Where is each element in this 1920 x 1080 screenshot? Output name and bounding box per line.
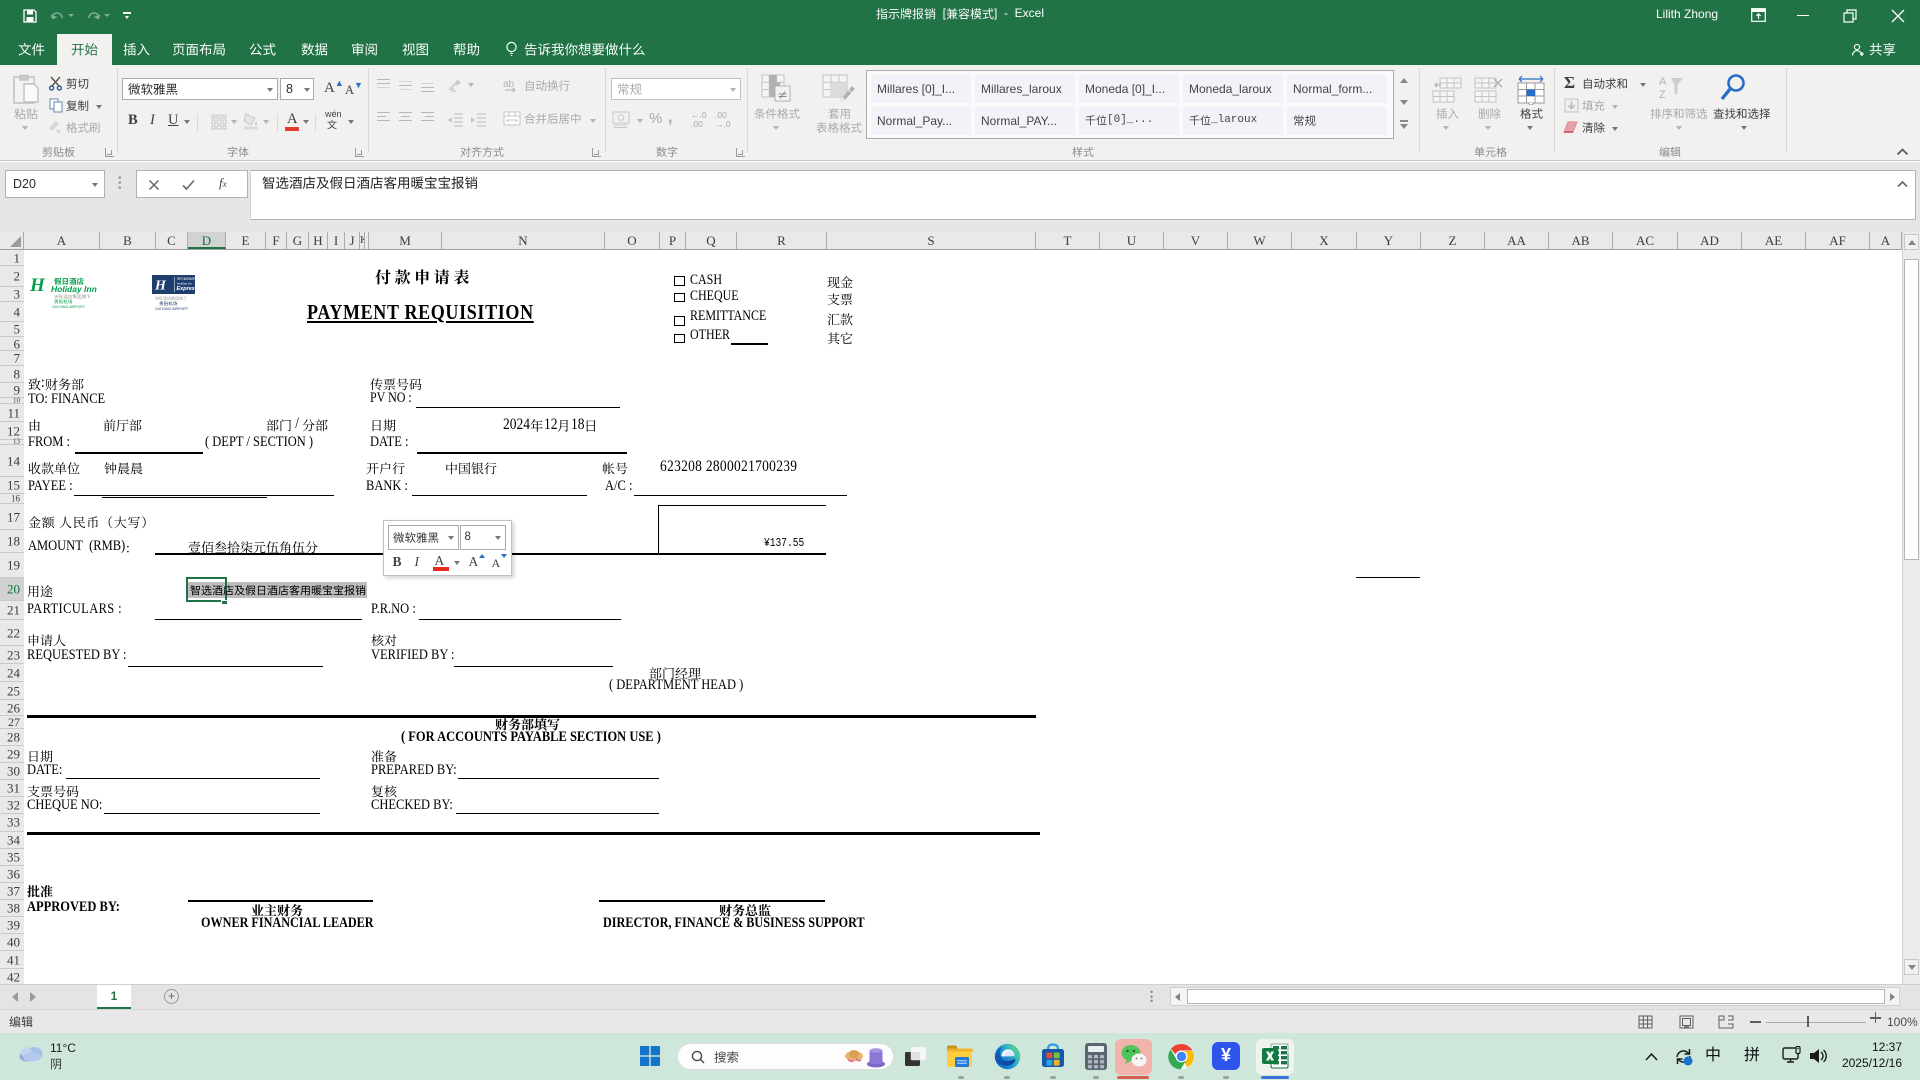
svg-text:H: H: [154, 279, 167, 294]
svg-text:Z: Z: [1659, 89, 1666, 101]
svg-text:Express: Express: [177, 286, 197, 292]
svg-text:A: A: [1659, 76, 1667, 88]
svg-text:Holiday Inn: Holiday Inn: [177, 282, 192, 286]
svg-text:H: H: [30, 275, 46, 296]
svg-text:Holiday Inn: Holiday Inn: [51, 284, 97, 294]
svg-text:GUIYANG AIRPORT: GUIYANG AIRPORT: [52, 305, 86, 308]
svg-text:GUIYANG AIRPORT: GUIYANG AIRPORT: [155, 307, 189, 311]
